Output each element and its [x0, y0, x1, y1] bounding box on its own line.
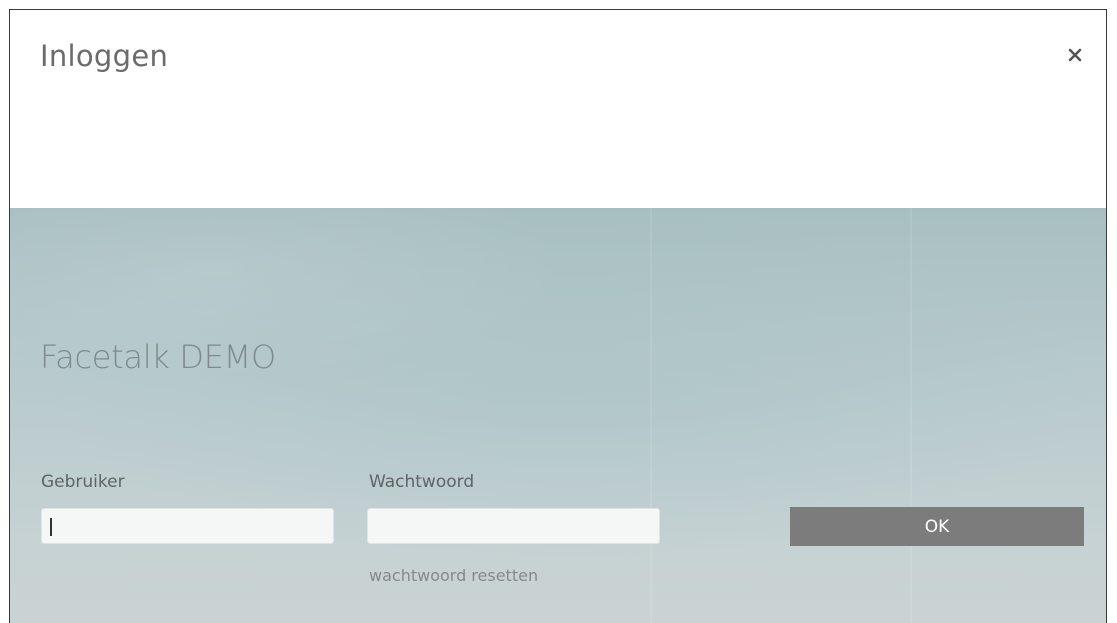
password-label: Wachtwoord: [369, 472, 475, 492]
username-input[interactable]: [41, 508, 334, 544]
login-dialog: Inloggen Facetalk DEMO Gebruiker Wachtwo…: [9, 9, 1107, 623]
background-stripe: [910, 208, 912, 623]
close-icon-glyph: [1068, 48, 1082, 62]
dialog-header: Inloggen: [10, 10, 1106, 208]
ok-button[interactable]: OK: [790, 507, 1084, 546]
close-icon[interactable]: [1064, 44, 1086, 66]
password-input[interactable]: [367, 508, 660, 544]
dialog-title: Inloggen: [40, 39, 169, 73]
text-caret: [50, 518, 52, 536]
login-panel: Facetalk DEMO Gebruiker Wachtwoord OK wa…: [10, 208, 1106, 623]
background-stripe: [650, 208, 652, 623]
username-label: Gebruiker: [41, 472, 125, 492]
reset-password-link[interactable]: wachtwoord resetten: [369, 566, 538, 585]
brand-name: Facetalk DEMO: [40, 338, 276, 376]
